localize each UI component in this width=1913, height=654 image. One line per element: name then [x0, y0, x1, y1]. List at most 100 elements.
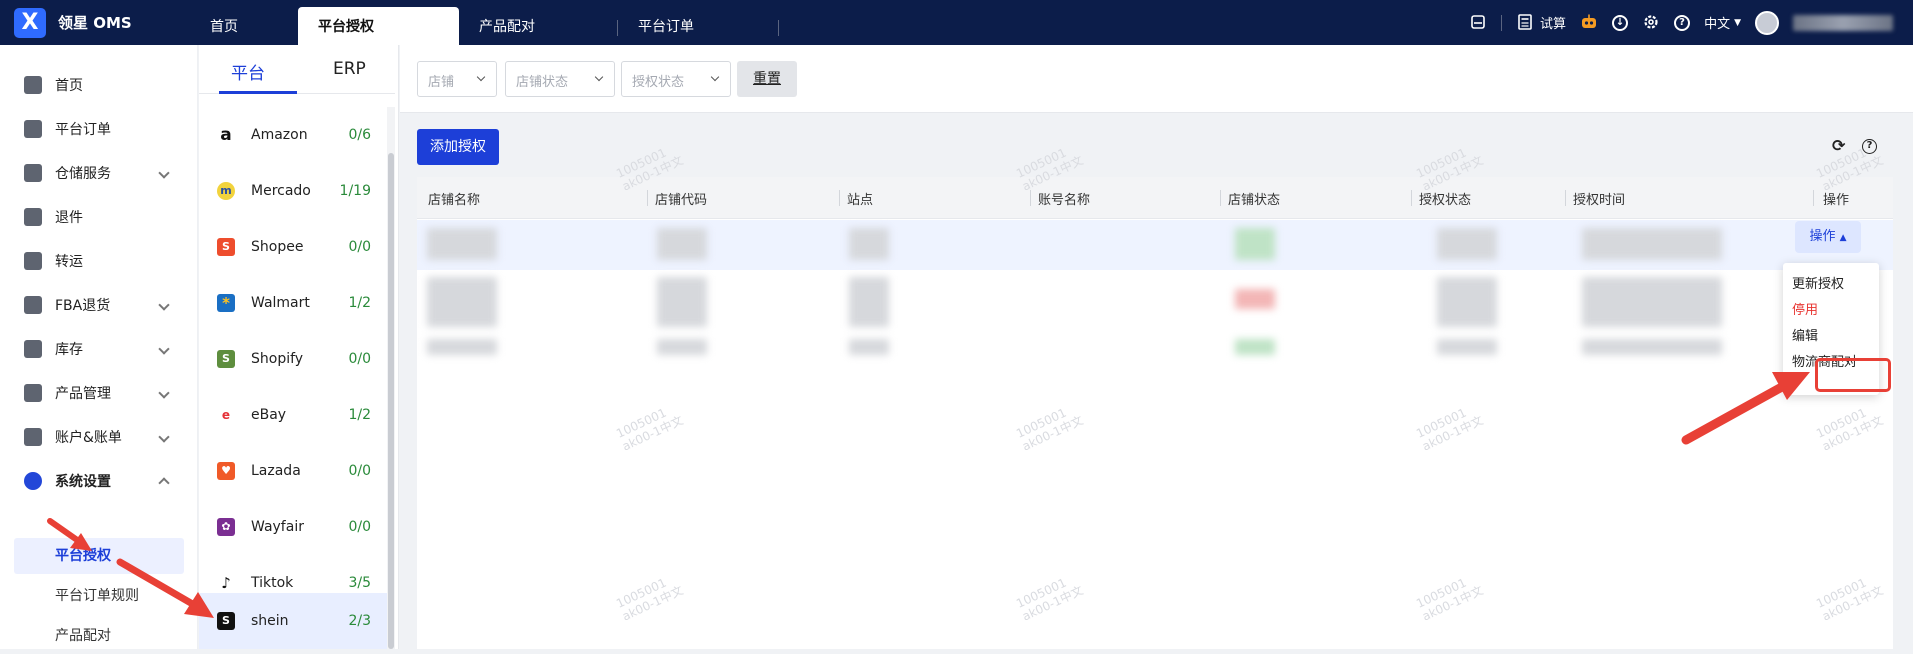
column-header-store-status: 店铺状态: [1228, 193, 1281, 208]
tab-erp[interactable]: ERP: [333, 59, 366, 79]
platform-item-mercado[interactable]: m Mercado 1/19: [199, 163, 387, 219]
menu-item-edit[interactable]: 编辑: [1792, 325, 1818, 344]
redacted-cell: [657, 339, 707, 355]
sidebar-item-returns[interactable]: 退件: [0, 196, 198, 238]
redacted-status: [1235, 289, 1275, 309]
add-authorization-button[interactable]: 添加授权: [417, 129, 499, 165]
platform-item-shein[interactable]: S shein 2/3: [199, 593, 387, 649]
column-header-account-name: 账号名称: [1038, 193, 1091, 208]
download-icon[interactable]: ↓: [1612, 14, 1629, 31]
chevron-down-icon: [158, 431, 170, 443]
transfer-icon: [24, 252, 42, 270]
gear-icon[interactable]: [1642, 14, 1660, 32]
tab-home[interactable]: 首页: [190, 7, 298, 45]
platform-item-amazon[interactable]: a Amazon 0/6: [199, 107, 387, 163]
column-divider: [1411, 190, 1412, 206]
home-icon: [24, 76, 42, 94]
reset-button[interactable]: 重置: [737, 61, 797, 97]
platform-name: Tiktok: [251, 575, 294, 591]
robot-icon[interactable]: [1580, 14, 1598, 32]
scrollbar-thumb[interactable]: [388, 153, 394, 649]
refresh-icon[interactable]: ⟳: [1832, 136, 1845, 155]
platform-item-ebay[interactable]: e eBay 1/2: [199, 387, 387, 443]
table-row[interactable]: [417, 220, 1893, 270]
shopify-logo-icon: S: [217, 350, 235, 368]
sidebar-item-system-settings[interactable]: 系统设置: [0, 460, 198, 502]
calculator-icon[interactable]: [1516, 13, 1534, 32]
trial-label[interactable]: 试算: [1540, 13, 1566, 32]
row-action-button[interactable]: 操作 ▲: [1795, 221, 1861, 253]
platform-item-wayfair[interactable]: ✿ Wayfair 0/0: [199, 499, 387, 555]
authorization-table: 店铺名称 店铺代码 站点 账号名称 店铺状态 授权状态 授权时间 操作: [417, 177, 1893, 649]
platform-item-walmart[interactable]: * Walmart 1/2: [199, 275, 387, 331]
menu-item-update-auth[interactable]: 更新授权: [1792, 273, 1844, 292]
app-logo-icon[interactable]: X: [14, 8, 46, 38]
sidebar-item-inventory[interactable]: 库存: [0, 328, 198, 370]
redacted-cell: [427, 228, 497, 260]
wayfair-logo-icon: ✿: [217, 518, 235, 536]
store-select[interactable]: 店铺: [417, 61, 497, 97]
column-header-auth-time: 授权时间: [1573, 193, 1626, 208]
menu-item-disable[interactable]: 停用: [1792, 299, 1818, 318]
fba-icon: [24, 296, 42, 314]
caret-down-icon[interactable]: ▼: [1734, 18, 1741, 28]
sidebar-item-product-management[interactable]: 产品管理: [0, 372, 198, 414]
sidebar-item-transfer[interactable]: 转运: [0, 240, 198, 282]
redacted-cell: [1437, 228, 1497, 260]
platform-count: 0/6: [348, 127, 371, 143]
language-selector[interactable]: 中文: [1704, 13, 1730, 32]
platform-item-shopee[interactable]: S Shopee 0/0: [199, 219, 387, 275]
platform-count: 0/0: [348, 239, 371, 255]
account-icon: [24, 428, 42, 446]
redacted-cell: [1582, 228, 1722, 260]
platform-count: 1/19: [339, 183, 371, 199]
username-redacted[interactable]: [1793, 14, 1893, 31]
redacted-cell: [1582, 339, 1722, 355]
top-bar: X 领星 OMS 首页 平台授权 产品配对 平台订单 试算 ↓ ? 中文 ▼: [0, 0, 1913, 45]
chevron-up-icon: ▲: [1839, 233, 1847, 243]
platform-item-shopify[interactable]: S Shopify 0/0: [199, 331, 387, 387]
sidebar-item-platform-orders[interactable]: 平台订单: [0, 108, 198, 150]
auth-status-placeholder: 授权状态: [632, 75, 685, 90]
platform-count: 3/5: [348, 575, 371, 591]
platform-name: shein: [251, 613, 289, 629]
page-tabs: 首页 平台授权 产品配对 平台订单: [190, 7, 779, 45]
print-icon[interactable]: [1469, 14, 1487, 32]
settings-icon: [24, 472, 42, 490]
platform-name: Lazada: [251, 463, 301, 479]
sidebar-item-label: 仓储服务: [55, 166, 111, 182]
avatar[interactable]: [1755, 10, 1779, 35]
platform-item-lazada[interactable]: ♥ Lazada 0/0: [199, 443, 387, 499]
sidebar-item-fba-returns[interactable]: FBA退货: [0, 284, 198, 326]
column-header-site: 站点: [847, 193, 874, 208]
row-action-label: 操作: [1809, 229, 1836, 244]
tab-platform-orders[interactable]: 平台订单: [618, 7, 778, 45]
tab-product-pairing[interactable]: 产品配对: [459, 7, 617, 45]
platform-name: Shopify: [251, 351, 304, 367]
platform-count: 2/3: [348, 613, 371, 629]
redacted-cell: [427, 277, 497, 327]
table-row[interactable]: [417, 335, 1893, 359]
help-icon[interactable]: ?: [1674, 14, 1691, 31]
platform-count: 0/0: [348, 351, 371, 367]
sidebar-item-accounts-billing[interactable]: 账户&账单: [0, 416, 198, 458]
platform-name: eBay: [251, 407, 287, 423]
tab-platform-auth[interactable]: 平台授权: [298, 7, 459, 45]
sidebar-subitem-platform-auth[interactable]: 平台授权: [14, 538, 184, 574]
sidebar-item-warehouse[interactable]: 仓储服务: [0, 152, 198, 194]
sidebar-item-label: 账户&账单: [55, 430, 122, 446]
auth-status-select[interactable]: 授权状态: [621, 61, 731, 97]
column-header-store-name: 店铺名称: [428, 193, 481, 208]
sidebar-item-label: 首页: [55, 78, 83, 94]
sidebar-subitem-order-rules[interactable]: 平台订单规则: [14, 578, 184, 614]
chevron-down-icon: [158, 343, 170, 355]
chevron-down-icon: [476, 72, 486, 82]
sidebar-item-home[interactable]: 首页: [0, 64, 198, 106]
store-status-select[interactable]: 店铺状态: [505, 61, 615, 97]
tab-platform[interactable]: 平台: [231, 59, 265, 84]
filter-bar: 店铺 店铺状态 授权状态 重置: [400, 45, 1913, 113]
column-header-store-code: 店铺代码: [655, 193, 708, 208]
table-row[interactable]: [417, 273, 1893, 333]
column-divider: [1565, 190, 1566, 206]
highlight-box: [1815, 358, 1891, 392]
